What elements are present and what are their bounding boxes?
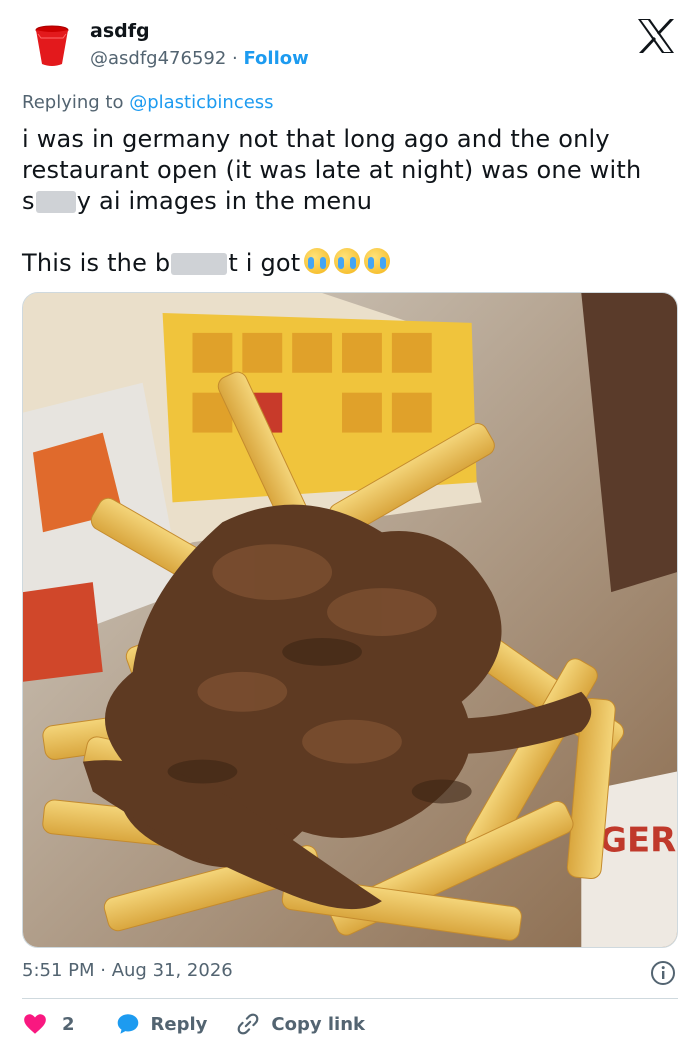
like-button[interactable]: 2 [22, 1011, 75, 1037]
author-handle[interactable]: @asdfg476592 [90, 48, 226, 69]
handle-separator: · [226, 48, 244, 69]
speech-bubble-icon [117, 1014, 138, 1034]
heart-icon [24, 1014, 46, 1034]
follow-button[interactable]: Follow [243, 48, 308, 69]
reply-label: Reply [150, 1013, 208, 1035]
loudly-crying-face-icon [304, 248, 331, 274]
author-name[interactable]: asdfg [90, 20, 150, 42]
action-bar: 2 Reply Copy link [22, 1010, 365, 1038]
copy-link-button[interactable]: Copy link [235, 1011, 365, 1037]
like-count: 2 [62, 1013, 75, 1035]
reply-context: Replying to @plasticbincess [22, 92, 274, 113]
tweet-date: Aug 31, 2026 [111, 960, 233, 981]
loudly-crying-face-icon [334, 248, 361, 274]
tweet-time: 5:51 PM [22, 960, 95, 981]
reply-button[interactable]: Reply [115, 1011, 208, 1037]
tweet-line: i was in germany not that long ago and t… [22, 125, 642, 184]
divider [22, 998, 678, 999]
reply-mention-link[interactable]: @plasticbincess [129, 92, 273, 113]
tweet-photo[interactable]: GER [22, 292, 678, 948]
tweet-timestamp[interactable]: 5:51 PM · Aug 31, 2026 [22, 960, 233, 981]
censored-word [35, 191, 76, 213]
x-logo-icon[interactable] [636, 18, 676, 54]
svg-text:GER: GER [599, 820, 676, 859]
author-handle-row: @asdfg476592 · Follow [90, 48, 309, 69]
tweet-text: i was in germany not that long ago and t… [22, 124, 682, 279]
censored-word [171, 253, 228, 275]
fries-photo: GER [23, 293, 677, 947]
red-cup-icon [35, 25, 69, 66]
link-icon [238, 1013, 259, 1035]
tweet-line: This is the bt i got [22, 248, 682, 279]
tweet-line: sy ai images in the menu [22, 187, 373, 215]
avatar[interactable] [32, 24, 72, 68]
reply-prefix: Replying to [22, 92, 130, 113]
info-icon[interactable] [650, 960, 676, 986]
copy-link-label: Copy link [271, 1013, 365, 1035]
loudly-crying-face-icon [364, 248, 391, 274]
